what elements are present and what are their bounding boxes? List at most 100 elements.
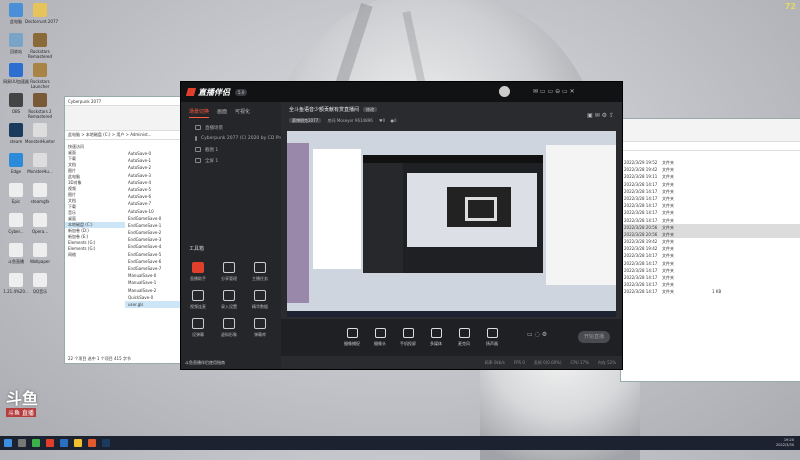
file-row[interactable]: AutoSave-5: [125, 186, 181, 193]
detail-row[interactable]: 2022/3/28 19:11 文件夹: [621, 173, 800, 180]
side-tabs[interactable]: 场景切换 画面 可视化: [181, 102, 281, 122]
desktop-icon[interactable]: steamgfx: [25, 183, 55, 204]
detail-row[interactable]: 2022/3/28 14:17 文件夹: [621, 281, 800, 288]
file-row[interactable]: EndGameSave-2: [125, 229, 181, 236]
eye-icon[interactable]: [195, 136, 197, 141]
desktop-icon[interactable]: Rockstars Launcher: [25, 63, 55, 89]
file-row[interactable]: AutoSave-0: [125, 150, 181, 157]
file-row[interactable]: AutoSave-2: [125, 164, 181, 171]
scene-item[interactable]: 截图 1: [181, 144, 281, 155]
desktop-icon[interactable]: Rockstars Remastered: [25, 33, 55, 59]
desktop-icon[interactable]: QQ音乐: [25, 273, 55, 294]
detail-row[interactable]: 2022/3/28 19:42 文件夹: [621, 245, 800, 252]
search-icon[interactable]: [18, 439, 26, 447]
live-companion-window[interactable]: 直播伴侣 5.0 ✉ ▭ ▭ ⊖ ▭ ✕ 场景切换 画面 可视化 直播场景 Cyb…: [180, 81, 623, 370]
file-row[interactable]: user.gls: [125, 300, 181, 309]
file-row[interactable]: EndGameSave-1: [125, 222, 181, 229]
detail-row[interactable]: 2022/3/28 19:42 文件夹: [621, 238, 800, 245]
detail-row[interactable]: 2022/3/29 19:52 文件夹: [621, 159, 800, 166]
desktop-icon[interactable]: Rockstars 2 Remastered: [25, 93, 55, 119]
source-button[interactable]: 麦克风: [451, 328, 477, 347]
detail-row[interactable]: 2022/3/28 19:42 文件夹: [621, 166, 800, 173]
tool-button[interactable]: 主播任务: [247, 262, 273, 282]
tool-button[interactable]: 弹幕库: [247, 318, 273, 338]
live-companion-icon[interactable]: [88, 439, 96, 447]
file-row[interactable]: EndGameSave-0: [125, 215, 181, 222]
scene-item[interactable]: 直播场景: [181, 122, 281, 133]
file-row[interactable]: AutoSave-4: [125, 179, 181, 186]
app-icon[interactable]: [60, 439, 68, 447]
go-live-button[interactable]: 开始直播: [578, 331, 610, 343]
tool-button[interactable]: 录入设置: [216, 290, 242, 310]
explorer-ribbon[interactable]: [65, 106, 182, 131]
tab-scenes[interactable]: 场景切换: [189, 108, 210, 118]
detail-row[interactable]: 2022/3/28 20:56 文件夹: [621, 223, 800, 231]
source-button[interactable]: 摄像头: [367, 328, 393, 347]
file-row[interactable]: AutoSave-6: [125, 193, 181, 200]
detail-row[interactable]: 2022/3/28 14:17 文件夹: [621, 267, 800, 274]
file-row[interactable]: AutoSave-1: [125, 157, 181, 164]
guide-link[interactable]: 斗鱼直播伴侣使用指南: [185, 360, 225, 366]
detail-row[interactable]: 2022/3/28 14:17 文件夹: [621, 202, 800, 209]
file-row[interactable]: QuickSave-0: [125, 294, 181, 301]
app-icon[interactable]: [32, 439, 40, 447]
scene-item[interactable]: 全屏 1: [181, 155, 281, 166]
room-actions[interactable]: ▣ ✉ ⚙ ⇪: [587, 112, 614, 119]
explorer-ribbon[interactable]: [621, 119, 800, 142]
tab-screen[interactable]: 画面: [217, 108, 227, 118]
file-row[interactable]: ManualSave-1: [125, 279, 181, 286]
file-row[interactable]: AutoSave-7: [125, 200, 181, 207]
detail-row[interactable]: 2022/3/28 14:17 文件夹: [621, 181, 800, 188]
file-row[interactable]: ManualSave-2: [125, 287, 181, 294]
stream-preview[interactable]: [287, 131, 616, 317]
eye-icon[interactable]: [195, 125, 201, 130]
file-row[interactable]: EndGameSave-3: [125, 236, 181, 243]
scene-list[interactable]: 直播场景 Cyberpunk 2077 (C) 2020 by CD Projek…: [181, 122, 281, 166]
file-row[interactable]: AutoSave-3: [125, 172, 181, 179]
folder-icon[interactable]: [74, 439, 82, 447]
detail-row[interactable]: 2022/3/28 14:17 文件夹: [621, 209, 800, 216]
address-bar[interactable]: 此电脑 > 本地磁盘 (C:) > 用户 > Administ...: [65, 131, 182, 140]
source-button[interactable]: 摄像捕捉: [339, 328, 365, 347]
system-clock[interactable]: 19:20 2022/3/30: [776, 438, 794, 447]
nav-item[interactable]: 网络: [65, 252, 125, 258]
desktop-icon[interactable]: Wallpaper: [25, 243, 55, 264]
file-row[interactable]: EndGameSave-4: [125, 243, 181, 250]
tool-button[interactable]: 分享管理: [216, 262, 242, 282]
eye-icon[interactable]: [195, 147, 201, 152]
tool-button[interactable]: 虚拟形象: [216, 318, 242, 338]
file-row[interactable]: EndGameSave-7: [125, 265, 181, 272]
category-pill[interactable]: 赛博朋克2077: [289, 118, 322, 123]
detail-row[interactable]: 2022/3/28 14:17 文件夹: [621, 252, 800, 259]
detail-row[interactable]: 2022/3/28 14:17 文件夹: [621, 217, 800, 224]
record-settings-icons[interactable]: ▭ ◌ ⚙: [527, 331, 547, 338]
nav-pane[interactable]: 快速访问 桌面 下载 文档 图片 此电脑 3D对象 视频 图片 文档 下载 音乐 桌面 本地磁盘 (C:)…: [65, 140, 125, 308]
detail-row[interactable]: 2022/3/28 14:17 文件夹: [621, 260, 800, 267]
file-row[interactable]: ManualSave-0: [125, 272, 181, 279]
file-details[interactable]: 2022/3/29 19:52 文件夹 2022/3/28 19:42 文件夹 2022…: [621, 151, 800, 296]
source-button[interactable]: 手机投屏: [395, 328, 421, 347]
tool-button[interactable]: 视频连麦: [185, 290, 211, 310]
edit-title-button[interactable]: 修改: [363, 107, 378, 112]
explorer-window-right[interactable]: 2022/3/29 19:52 文件夹 2022/3/28 19:42 文件夹 2022…: [620, 118, 800, 382]
file-row[interactable]: EndGameSave-6: [125, 258, 181, 265]
detail-row[interactable]: 2022/3/28 14:17 文件夹 1 KB: [621, 288, 800, 295]
desktop-icon[interactable]: MonsterHu...: [25, 153, 55, 174]
desktop-icon[interactable]: Dectorrunt.2077: [25, 3, 58, 24]
source-button[interactable]: 多媒体: [423, 328, 449, 347]
window-controls[interactable]: ✉ ▭ ▭ ⊖ ▭ ✕: [533, 88, 575, 95]
address-bar[interactable]: [621, 142, 800, 151]
steam-icon[interactable]: [102, 439, 110, 447]
file-row[interactable]: EndGameSave-5: [125, 251, 181, 258]
detail-row[interactable]: 2022/3/28 14:17 文件夹: [621, 188, 800, 195]
detail-row[interactable]: 2022/3/28 14:17 文件夹: [621, 195, 800, 202]
file-list[interactable]: AutoSave-0 AutoSave-1 AutoSave-2 AutoSave-3…: [125, 140, 181, 309]
file-row[interactable]: AutoSave-10: [125, 208, 181, 215]
avatar[interactable]: [499, 86, 510, 97]
eye-icon[interactable]: [195, 158, 201, 163]
app-icon[interactable]: [46, 439, 54, 447]
detail-row[interactable]: 2022/3/28 14:17 文件夹: [621, 274, 800, 281]
desktop-icon[interactable]: MonsterHunter: [25, 123, 55, 144]
start-icon[interactable]: [4, 439, 12, 447]
detail-row[interactable]: 2022/3/28 20:56 文件夹: [621, 230, 800, 239]
